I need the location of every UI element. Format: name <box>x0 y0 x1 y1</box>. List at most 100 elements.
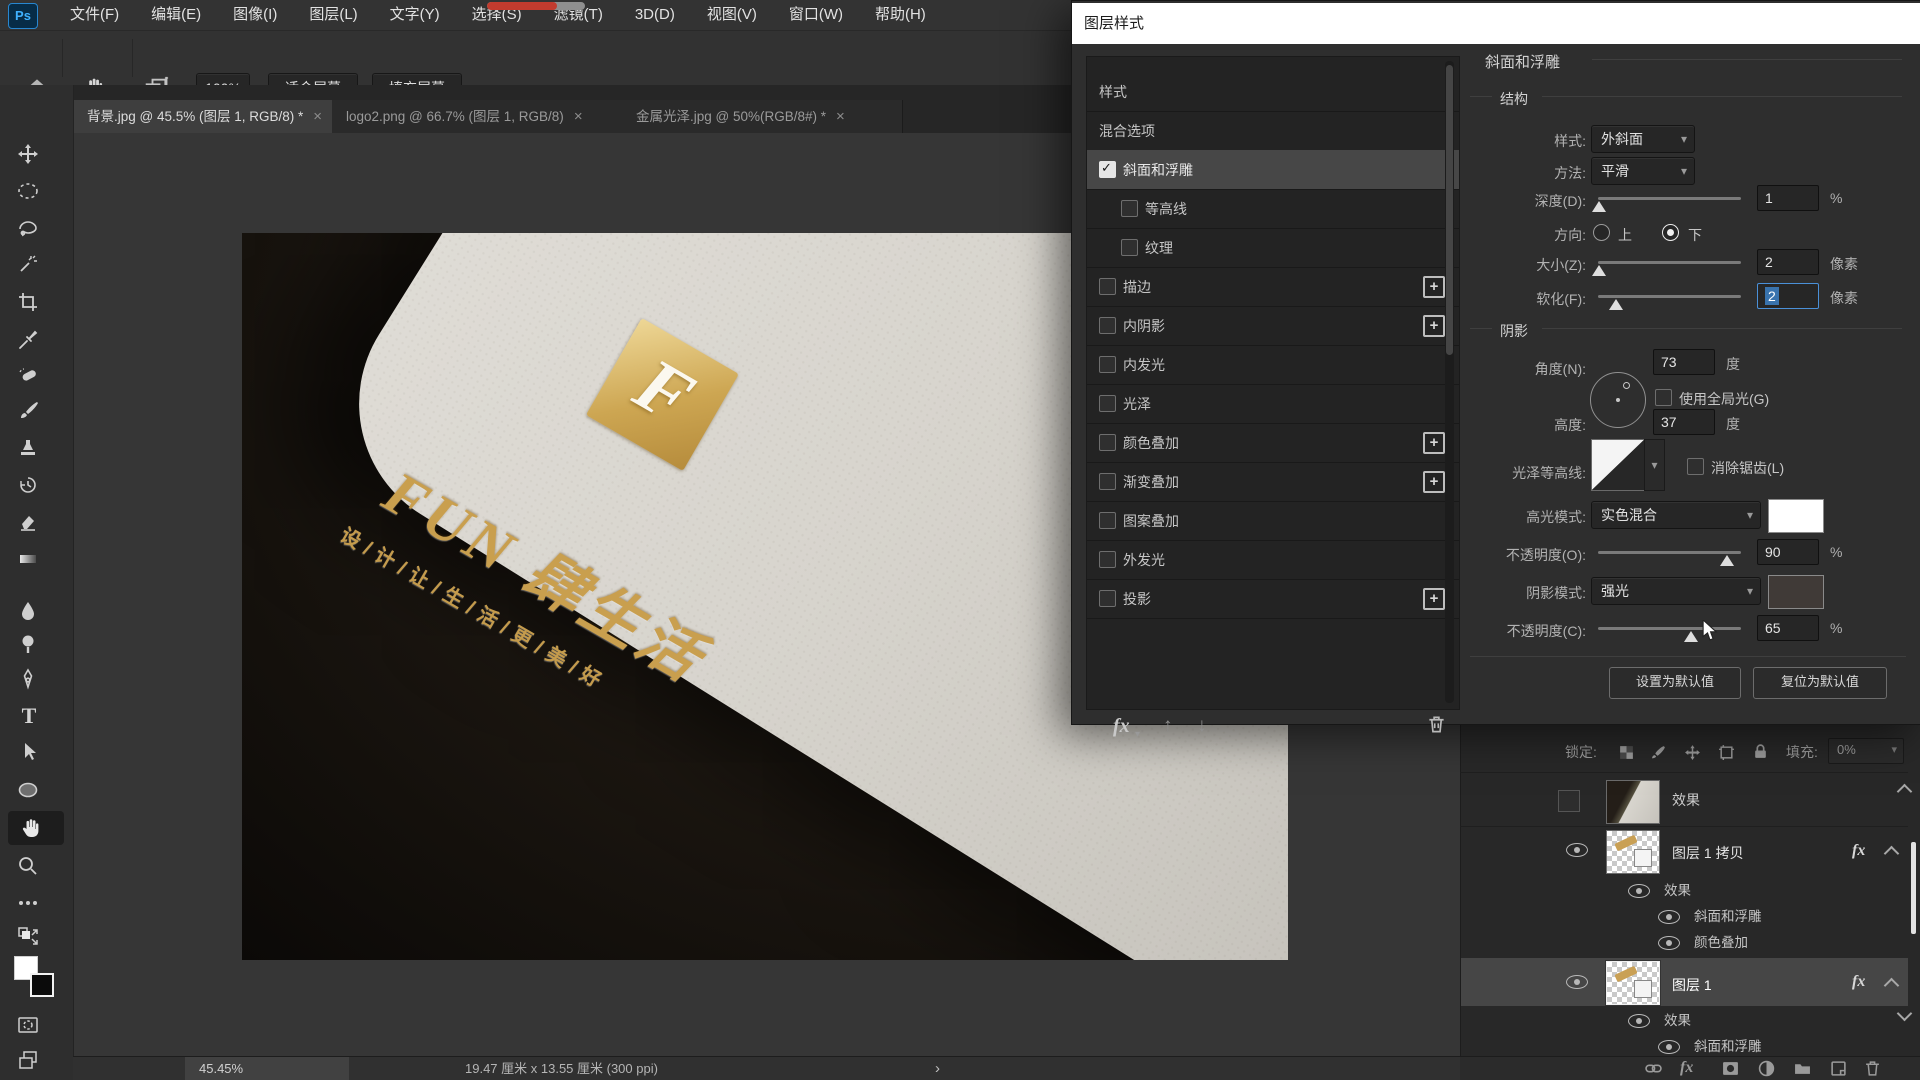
effect-bevel-row[interactable]: 斜面和浮雕 <box>1694 905 1762 925</box>
list-item-drop-shadow[interactable]: 投影 + <box>1087 579 1459 619</box>
menu-type[interactable]: 文字(Y) <box>374 0 456 30</box>
lasso-tool-icon[interactable] <box>16 216 42 242</box>
checkbox-icon[interactable] <box>1099 160 1116 178</box>
effect-bevel-row[interactable]: 斜面和浮雕 <box>1694 1035 1762 1055</box>
menu-file[interactable]: 文件(F) <box>54 0 135 30</box>
gradient-tool-icon[interactable] <box>16 547 42 573</box>
shadow-color-swatch[interactable] <box>1768 575 1824 609</box>
panel-scrollbar[interactable] <box>1911 842 1916 934</box>
list-item-inner-glow[interactable]: 内发光 <box>1087 345 1459 385</box>
status-chevron-icon[interactable]: › <box>935 1057 940 1080</box>
lock-position-icon[interactable] <box>1684 744 1701 761</box>
menu-window[interactable]: 窗口(W) <box>773 0 859 30</box>
checkbox-icon[interactable] <box>1099 317 1116 334</box>
checkbox-icon[interactable] <box>1121 239 1138 256</box>
reset-default-button[interactable]: 复位为默认值 <box>1753 667 1887 699</box>
highlight-mode-select[interactable]: 实色混合 ▾ <box>1591 501 1761 529</box>
pen-tool-icon[interactable] <box>16 667 42 693</box>
list-item-gradient-overlay[interactable]: 渐变叠加 + <box>1087 462 1459 502</box>
visibility-toggle[interactable] <box>1558 790 1580 812</box>
clone-stamp-tool-icon[interactable] <box>16 436 42 462</box>
checkbox-icon[interactable] <box>1121 200 1138 217</box>
gloss-contour-thumbnail[interactable] <box>1591 439 1645 491</box>
path-select-tool-icon[interactable] <box>16 740 42 766</box>
eyedropper-tool-icon[interactable] <box>16 328 42 354</box>
fx-badge[interactable]: fx <box>1852 842 1865 860</box>
list-item-contour[interactable]: 等高线 <box>1087 189 1459 229</box>
close-icon[interactable]: × <box>313 100 322 133</box>
eye-icon[interactable] <box>1658 1040 1680 1054</box>
layer-row[interactable]: 效果 <box>1672 790 1700 810</box>
adjustment-layer-icon[interactable] <box>1758 1060 1775 1077</box>
checkbox-icon[interactable] <box>1099 395 1116 412</box>
delete-layer-icon[interactable] <box>1864 1060 1881 1077</box>
method-select[interactable]: 平滑 ▾ <box>1591 157 1695 185</box>
close-icon[interactable]: × <box>836 100 845 133</box>
zoom-tool-icon[interactable] <box>16 854 42 880</box>
eye-icon[interactable] <box>1658 910 1680 924</box>
eye-icon[interactable] <box>1628 884 1650 898</box>
tab-document-1[interactable]: 背景.jpg @ 45.5% (图层 1, RGB/8) * × <box>73 100 343 133</box>
shape-tool-icon[interactable] <box>16 778 42 804</box>
highlight-opacity-field[interactable]: 90 <box>1757 539 1819 565</box>
set-default-button[interactable]: 设置为默认值 <box>1609 667 1741 699</box>
edit-toolbar-icon[interactable] <box>16 891 42 917</box>
direction-down-radio[interactable] <box>1662 224 1679 241</box>
soften-field[interactable]: 2 <box>1757 283 1819 309</box>
list-item-outer-glow[interactable]: 外发光 <box>1087 540 1459 580</box>
background-color-swatch[interactable] <box>30 973 54 997</box>
effect-color-overlay-row[interactable]: 颜色叠加 <box>1694 931 1748 951</box>
style-select[interactable]: 外斜面 ▾ <box>1591 125 1695 153</box>
checkbox-icon[interactable] <box>1099 551 1116 568</box>
quick-mask-icon[interactable] <box>16 1013 42 1039</box>
tab-document-3[interactable]: 金属光泽.jpg @ 50%(RGB/8#) * × <box>622 100 903 133</box>
list-item-blending-options[interactable]: 混合选项 <box>1087 111 1459 151</box>
highlight-opacity-slider[interactable] <box>1598 551 1741 554</box>
size-field[interactable]: 2 <box>1757 249 1819 275</box>
size-slider[interactable] <box>1598 261 1741 264</box>
new-layer-icon[interactable] <box>1830 1060 1847 1077</box>
list-item-texture[interactable]: 纹理 <box>1087 228 1459 268</box>
list-scrollbar[interactable] <box>1445 61 1454 703</box>
highlight-color-swatch[interactable] <box>1768 499 1824 533</box>
menu-3d[interactable]: 3D(D) <box>619 0 691 30</box>
checkbox-icon[interactable] <box>1099 473 1116 490</box>
layer-row-copy[interactable]: 图层 1 拷贝 <box>1672 843 1744 863</box>
crop-tool-icon[interactable] <box>16 290 42 316</box>
list-item-styles[interactable]: 样式 <box>1087 72 1459 112</box>
lock-artboard-icon[interactable] <box>1718 744 1735 761</box>
eraser-tool-icon[interactable] <box>16 510 42 536</box>
add-effect-icon[interactable]: + <box>1423 432 1445 454</box>
swap-colors-icon[interactable] <box>16 925 42 951</box>
menu-image[interactable]: 图像(I) <box>217 0 293 30</box>
dodge-tool-icon[interactable] <box>16 631 42 657</box>
add-mask-icon[interactable] <box>1722 1060 1739 1077</box>
layer-thumbnail[interactable] <box>1606 780 1660 824</box>
lock-pixels-icon[interactable] <box>1650 744 1667 761</box>
hand-tool-selected-icon[interactable] <box>8 811 64 845</box>
list-item-satin[interactable]: 光泽 <box>1087 384 1459 424</box>
tab-document-2[interactable]: logo2.png @ 66.7% (图层 1, RGB/8) × <box>332 100 633 133</box>
layer-thumbnail[interactable] <box>1606 830 1660 874</box>
fill-opacity-field[interactable]: 0% ▾ <box>1828 738 1904 764</box>
eye-icon[interactable] <box>1658 936 1680 950</box>
altitude-field[interactable]: 37 <box>1653 409 1715 435</box>
add-effect-icon[interactable]: + <box>1423 315 1445 337</box>
type-tool-icon[interactable]: T <box>16 703 42 729</box>
dialog-title[interactable]: 图层样式 <box>1072 3 1920 44</box>
highlight-opacity-thumb[interactable] <box>1720 555 1734 566</box>
shadow-opacity-field[interactable]: 65 <box>1757 615 1819 641</box>
marquee-tool-icon[interactable] <box>16 179 42 205</box>
eye-icon[interactable] <box>1566 843 1588 857</box>
checkbox-icon[interactable] <box>1099 356 1116 373</box>
list-item-inner-shadow[interactable]: 内阴影 + <box>1087 306 1459 346</box>
eye-icon[interactable] <box>1566 975 1588 989</box>
move-effect-down-icon[interactable]: ↓ <box>1197 715 1207 737</box>
antialias-checkbox[interactable] <box>1687 458 1704 475</box>
depth-slider[interactable] <box>1598 197 1741 200</box>
screen-mode-icon[interactable] <box>16 1048 42 1074</box>
menu-edit[interactable]: 编辑(E) <box>135 0 217 30</box>
eye-icon[interactable] <box>1628 1014 1650 1028</box>
menu-help[interactable]: 帮助(H) <box>859 0 942 30</box>
layer-thumbnail[interactable] <box>1606 961 1660 1005</box>
